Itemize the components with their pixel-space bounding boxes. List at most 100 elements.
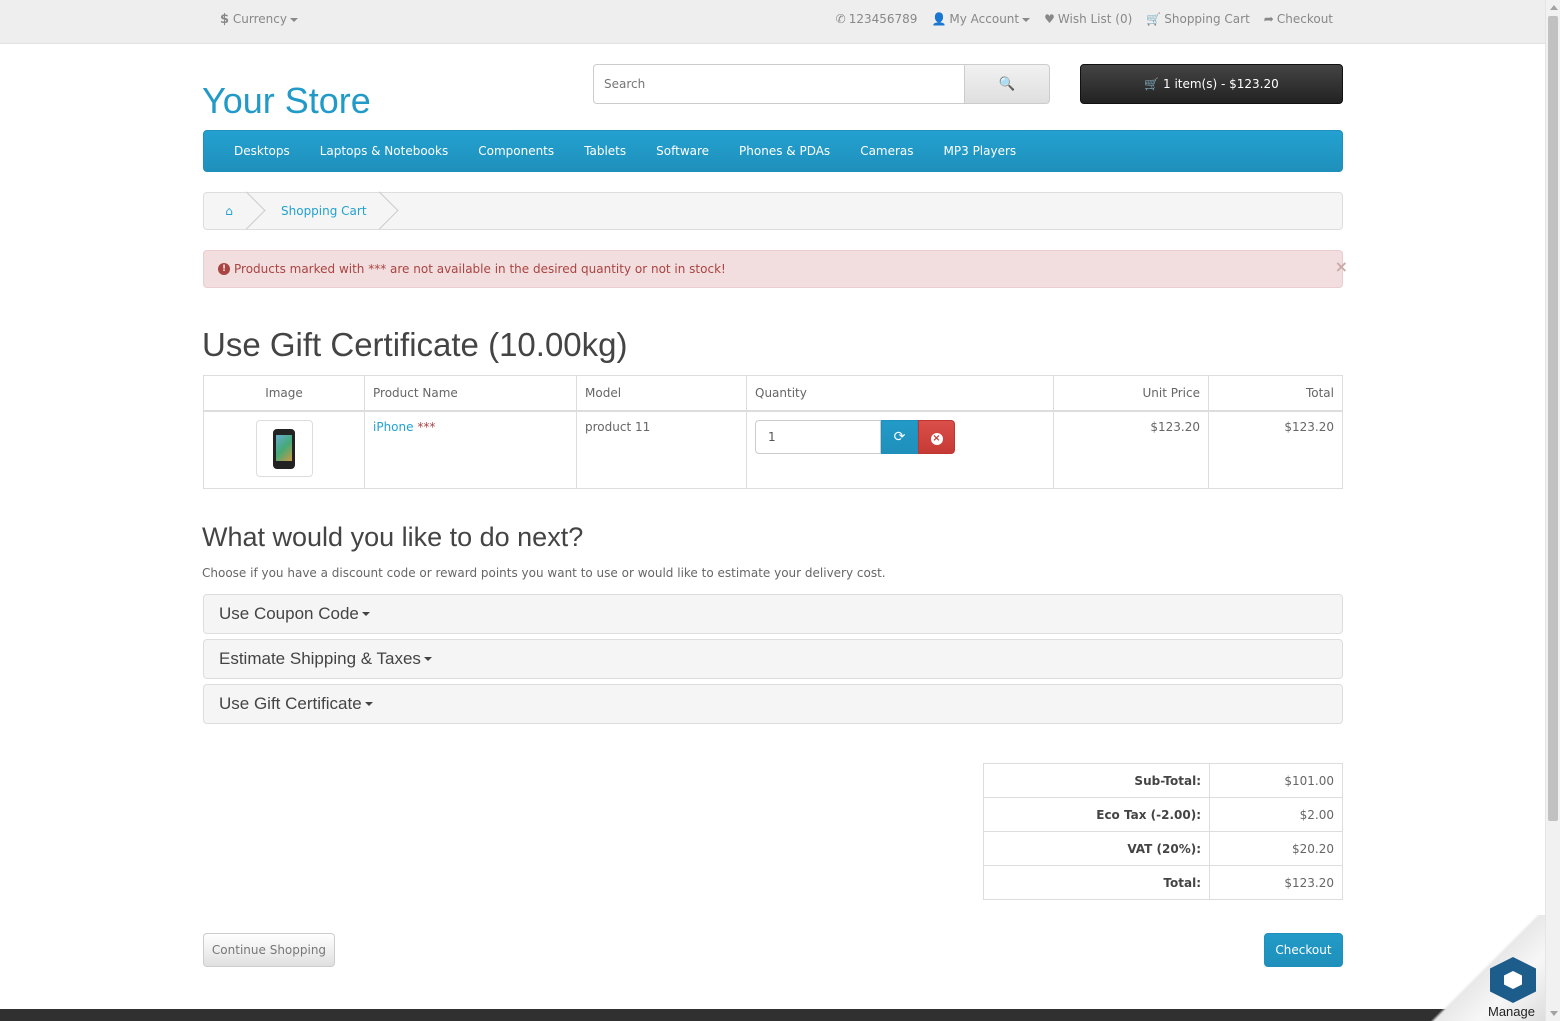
remove-button[interactable]: × <box>918 419 955 454</box>
unit-price-cell: $123.20 <box>1053 410 1209 489</box>
checkout-button[interactable]: Checkout <box>1264 933 1343 967</box>
totals-table: Sub-Total: $101.00 Eco Tax (-2.00): $2.0… <box>983 763 1343 900</box>
shipping-panel-title: Estimate Shipping & Taxes <box>219 649 421 668</box>
cart-summary: 1 item(s) - $123.20 <box>1163 77 1279 91</box>
page-title: Use Gift Certificate (10.00kg) <box>202 326 628 363</box>
scroll-down-icon[interactable] <box>1550 1011 1558 1016</box>
product-name-cell: iPhone *** <box>364 410 577 489</box>
search-input[interactable] <box>593 64 965 104</box>
quantity-input[interactable] <box>755 419 881 454</box>
coupon-panel[interactable]: Use Coupon Code <box>203 594 1343 634</box>
table-header-row: Image Product Name Model Quantity Unit P… <box>203 375 1343 412</box>
my-account-label: My Account <box>949 12 1020 26</box>
currency-symbol: $ <box>220 12 230 27</box>
total-label: Total: <box>983 865 1210 900</box>
stock-alert: ! Products marked with *** are not avail… <box>203 250 1348 288</box>
table-row: Eco Tax (-2.00): $2.00 <box>983 797 1343 832</box>
total-value: $123.20 <box>1209 865 1343 900</box>
chevron-down-icon <box>289 17 298 22</box>
col-unit-price: Unit Price <box>1053 375 1209 412</box>
subtotal-label: Sub-Total: <box>983 763 1210 798</box>
cart-icon: 🛒 <box>1144 77 1160 91</box>
breadcrumb: ⌂ Shopping Cart <box>203 192 1343 230</box>
menu-item-laptops[interactable]: Laptops & Notebooks <box>305 144 463 158</box>
vat-value: $20.20 <box>1209 831 1343 866</box>
checkout-link[interactable]: ➦ Checkout <box>1264 12 1333 26</box>
iphone-image <box>273 428 295 469</box>
wishlist-label: Wish List (0) <box>1057 12 1133 26</box>
quantity-cell: ⟳ × <box>746 410 1054 489</box>
menu-item-desktops[interactable]: Desktops <box>219 144 305 158</box>
menu-item-components[interactable]: Components <box>463 144 569 158</box>
product-thumbnail[interactable] <box>255 419 313 477</box>
chevron-down-icon <box>361 612 370 616</box>
col-model: Model <box>576 375 747 412</box>
scroll-up-icon[interactable] <box>1550 5 1558 10</box>
ecotax-label: Eco Tax (-2.00): <box>983 797 1210 832</box>
subtotal-value: $101.00 <box>1209 763 1343 798</box>
next-lead: Choose if you have a discount code or re… <box>202 566 886 580</box>
stock-flag: *** <box>417 419 436 434</box>
phone-icon: ✆ <box>835 12 846 26</box>
main-menu: Desktops Laptops & Notebooks Components … <box>203 130 1343 172</box>
table-row: VAT (20%): $20.20 <box>983 831 1343 866</box>
checkout-label: Checkout <box>1276 12 1333 26</box>
currency-label: Currency <box>232 12 287 26</box>
phone-link[interactable]: ✆ 123456789 <box>836 12 918 26</box>
manage-label: Manage <box>1488 1004 1535 1019</box>
currency-dropdown[interactable]: $ Currency <box>220 12 298 27</box>
top-bar: $ Currency ✆ 123456789 👤 My Account ♥ Wish … <box>0 0 1545 44</box>
store-logo[interactable]: Your Store <box>202 80 371 122</box>
shopping-cart-label: Shopping Cart <box>1164 12 1250 26</box>
exclamation-circle-icon: ! <box>218 263 230 275</box>
voucher-panel[interactable]: Use Gift Certificate <box>203 684 1343 724</box>
product-image-cell <box>203 410 365 489</box>
remove-circle-icon: × <box>930 432 943 445</box>
quantity-group: ⟳ × <box>755 419 955 454</box>
chevron-down-icon <box>364 702 373 706</box>
cart-icon: 🛒 <box>1146 12 1162 26</box>
breadcrumb-home[interactable]: ⌂ <box>204 193 254 229</box>
col-image: Image <box>203 375 365 412</box>
product-link[interactable]: iPhone <box>373 420 414 434</box>
my-account-dropdown[interactable]: 👤 My Account <box>931 12 1031 26</box>
scrollbar-thumb[interactable] <box>1548 16 1558 821</box>
col-quantity: Quantity <box>746 375 1054 412</box>
search-group: 🔍 <box>593 64 1050 104</box>
phone-number: 123456789 <box>848 12 918 26</box>
next-heading: What would you like to do next? <box>202 522 584 552</box>
update-button[interactable]: ⟳ <box>881 419 918 454</box>
chevron-down-icon <box>423 657 432 661</box>
close-icon[interactable]: × <box>1335 257 1348 276</box>
table-row: iPhone *** product 11 ⟳ × $123.20 $123.2… <box>203 410 1343 489</box>
alert-text: Products marked with *** are not availab… <box>234 262 726 276</box>
cart-table: Image Product Name Model Quantity Unit P… <box>203 375 1343 489</box>
top-links: ✆ 123456789 👤 My Account ♥ Wish List (0) 🛒 S… <box>836 12 1333 26</box>
chevron-down-icon <box>1022 17 1031 22</box>
vat-label: VAT (20%): <box>983 831 1210 866</box>
shipping-panel[interactable]: Estimate Shipping & Taxes <box>203 639 1343 679</box>
continue-shopping-button[interactable]: Continue Shopping <box>203 933 335 967</box>
wishlist-link[interactable]: ♥ Wish List (0) <box>1044 12 1132 26</box>
menu-item-mp3[interactable]: MP3 Players <box>929 144 1032 158</box>
col-product: Product Name <box>364 375 577 412</box>
cart-button[interactable]: 🛒 1 item(s) - $123.20 <box>1080 64 1343 104</box>
menu-item-cameras[interactable]: Cameras <box>845 144 928 158</box>
table-row: Sub-Total: $101.00 <box>983 763 1343 798</box>
share-icon: ➦ <box>1263 12 1274 26</box>
search-button[interactable]: 🔍 <box>965 64 1050 104</box>
menu-item-phones[interactable]: Phones & PDAs <box>724 144 845 158</box>
shopping-cart-link[interactable]: 🛒 Shopping Cart <box>1146 12 1250 26</box>
scrollbar[interactable] <box>1545 0 1560 1021</box>
ecotax-value: $2.00 <box>1209 797 1343 832</box>
menu-item-software[interactable]: Software <box>641 144 724 158</box>
menu-item-tablets[interactable]: Tablets <box>569 144 641 158</box>
manage-widget[interactable]: Manage <box>1430 915 1545 1021</box>
breadcrumb-shopping-cart[interactable]: Shopping Cart <box>254 193 387 229</box>
col-total: Total <box>1208 375 1343 412</box>
model-cell: product 11 <box>576 410 747 489</box>
user-icon: 👤 <box>931 12 947 26</box>
voucher-panel-title: Use Gift Certificate <box>219 694 362 713</box>
table-row: Total: $123.20 <box>983 865 1343 900</box>
home-icon: ⌂ <box>225 204 233 218</box>
